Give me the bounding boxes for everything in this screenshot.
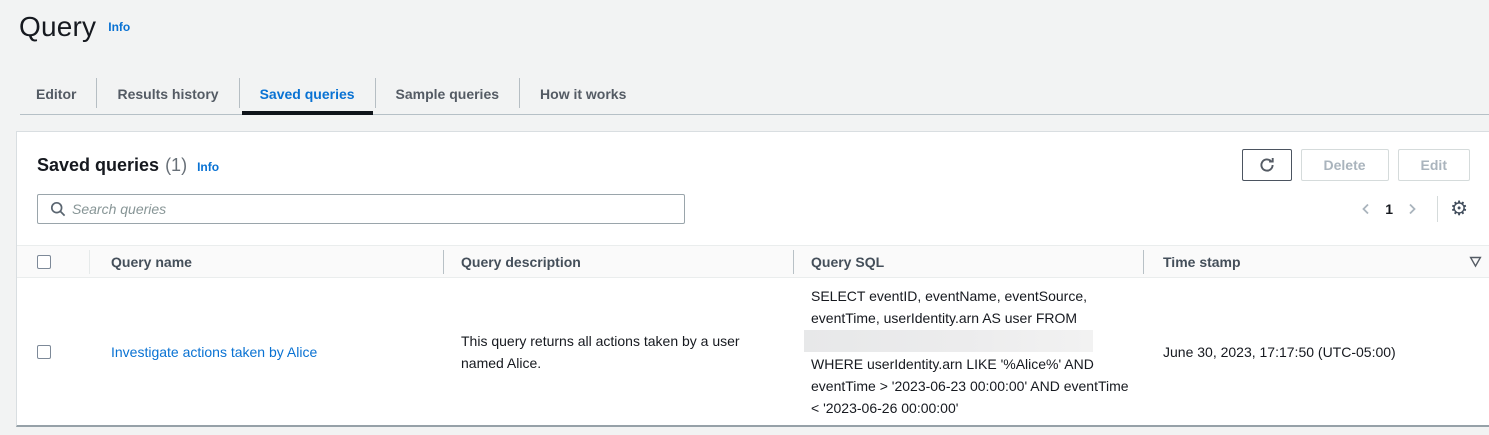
query-name-link[interactable]: Investigate actions taken by Alice: [111, 344, 317, 360]
column-header-query-name: Query name: [89, 254, 443, 270]
tab-sample-queries[interactable]: Sample queries: [376, 73, 520, 114]
tab-results-history-label: Results history: [117, 86, 218, 102]
query-description-text: This query returns all actions taken by …: [461, 330, 777, 374]
tab-how-it-works-label: How it works: [540, 86, 626, 102]
current-page-number: 1: [1385, 201, 1393, 217]
query-description-cell: This query returns all actions taken by …: [443, 330, 793, 374]
gear-icon: ⚙: [1450, 198, 1468, 220]
sort-descending-icon[interactable]: [1469, 256, 1482, 268]
panel-actions: Delete Edit: [1242, 149, 1470, 181]
row-select-cell: [17, 345, 89, 359]
redacted-event-data-store-block: [804, 330, 1093, 352]
next-page-button[interactable]: [1399, 196, 1425, 222]
select-all-checkbox[interactable]: [37, 255, 51, 269]
column-header-time-stamp[interactable]: Time stamp: [1143, 254, 1489, 270]
panel-title-group: Saved queries (1) Info: [37, 155, 219, 176]
page-header: Query Info: [0, 0, 1489, 44]
refresh-button[interactable]: [1242, 149, 1292, 181]
toolbar-divider: [1437, 196, 1438, 222]
query-sql-cell: SELECT eventID, eventName, eventSource, …: [793, 285, 1143, 419]
edit-button[interactable]: Edit: [1398, 149, 1470, 181]
toolbar-row: 1 ⚙: [37, 194, 1470, 224]
column-header-time-stamp-label: Time stamp: [1163, 254, 1241, 270]
panel-title: Saved queries: [37, 155, 159, 176]
tab-results-history[interactable]: Results history: [97, 73, 238, 114]
row-checkbox[interactable]: [37, 345, 51, 359]
search-icon: [46, 201, 72, 217]
tab-sample-queries-label: Sample queries: [396, 86, 500, 102]
column-header-query-description: Query description: [443, 254, 793, 270]
query-name-cell: Investigate actions taken by Alice: [89, 344, 443, 360]
column-header-query-description-label: Query description: [461, 254, 581, 270]
search-box[interactable]: [37, 194, 685, 224]
query-sql-text-part2: WHERE userIdentity.arn LIKE '%Alice%' AN…: [811, 353, 1129, 419]
refresh-icon: [1259, 157, 1275, 173]
tab-editor-label: Editor: [36, 86, 76, 102]
tab-bar: Editor Results history Saved queries Sam…: [20, 73, 1489, 115]
tab-editor[interactable]: Editor: [20, 73, 96, 114]
query-sql-text-part1: SELECT eventID, eventName, eventSource, …: [811, 285, 1129, 329]
preferences-button[interactable]: ⚙: [1448, 199, 1470, 219]
chevron-right-icon: [1404, 201, 1420, 217]
table-header-row: Query name Query description Query SQL T…: [17, 245, 1489, 278]
time-stamp-cell: June 30, 2023, 17:17:50 (UTC-05:00): [1143, 344, 1489, 360]
page-info-link[interactable]: Info: [108, 20, 130, 34]
page-title: Query: [19, 10, 96, 44]
pagination: 1 ⚙: [1353, 196, 1470, 222]
table-row: Investigate actions taken by Alice This …: [17, 278, 1489, 426]
chevron-left-icon: [1358, 201, 1374, 217]
column-header-query-sql: Query SQL: [793, 254, 1143, 270]
previous-page-button[interactable]: [1353, 196, 1379, 222]
column-header-query-name-label: Query name: [111, 254, 192, 270]
saved-queries-panel: Saved queries (1) Info Delete Edit: [16, 131, 1489, 427]
tab-saved-queries-label: Saved queries: [260, 86, 355, 102]
select-all-cell: [17, 255, 89, 269]
delete-button[interactable]: Delete: [1301, 149, 1389, 181]
panel-header: Saved queries (1) Info Delete Edit: [37, 149, 1470, 181]
tab-saved-queries[interactable]: Saved queries: [240, 73, 375, 114]
saved-queries-count: (1): [165, 155, 187, 176]
panel-info-link[interactable]: Info: [197, 160, 219, 174]
time-stamp-text: June 30, 2023, 17:17:50 (UTC-05:00): [1163, 344, 1396, 360]
saved-queries-table: Query name Query description Query SQL T…: [17, 245, 1489, 426]
column-header-query-sql-label: Query SQL: [811, 254, 884, 270]
tab-how-it-works[interactable]: How it works: [520, 73, 646, 114]
search-input[interactable]: [72, 201, 676, 217]
